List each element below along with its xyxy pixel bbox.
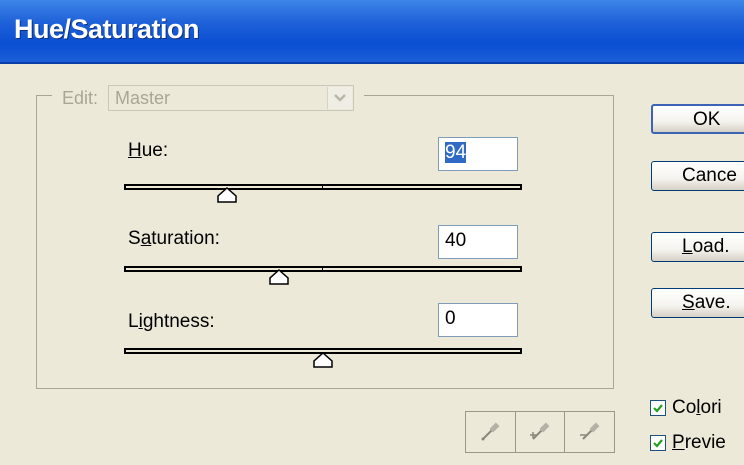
- colorize-checkbox[interactable]: [650, 400, 666, 416]
- saturation-slider-center-tick: [322, 266, 323, 272]
- checkmark-icon: [653, 404, 663, 413]
- lightness-label: Lightness:: [128, 311, 215, 332]
- saturation-slider-thumb[interactable]: [269, 269, 289, 285]
- lightness-input[interactable]: 0: [438, 303, 518, 337]
- hue-input[interactable]: 94: [438, 137, 518, 171]
- edit-label: Edit:: [62, 87, 99, 108]
- save-button[interactable]: Save.: [651, 288, 744, 318]
- load-button[interactable]: Load.: [651, 232, 744, 262]
- title-bar[interactable]: Hue/Saturation: [0, 0, 744, 64]
- ok-button[interactable]: OK: [651, 104, 744, 134]
- preview-checkbox-row[interactable]: Previe: [650, 432, 726, 454]
- lightness-slider-thumb[interactable]: [313, 352, 333, 368]
- hue-label: Hue:: [128, 140, 169, 161]
- hue-value: 94: [445, 142, 467, 163]
- saturation-slider-track[interactable]: [124, 266, 522, 272]
- chevron-down-icon[interactable]: [327, 87, 353, 109]
- lightness-value: 0: [445, 308, 456, 329]
- checkmark-icon: [653, 439, 663, 448]
- eyedropper-icon[interactable]: [466, 412, 516, 452]
- eyedropper-group: [465, 411, 615, 453]
- edit-row: Edit: Master: [52, 84, 365, 112]
- edit-select[interactable]: Master: [108, 85, 355, 111]
- edit-select-value: Master: [115, 88, 171, 108]
- saturation-value: 40: [445, 230, 467, 251]
- colorize-checkbox-row[interactable]: Colori: [650, 397, 722, 419]
- eyedropper-minus-icon[interactable]: [565, 412, 615, 452]
- hue-slider-center-tick: [322, 184, 323, 190]
- eyedropper-plus-icon[interactable]: [515, 412, 566, 452]
- preview-label: Previe: [672, 432, 726, 453]
- edit-groupbox: [36, 95, 614, 389]
- hue-slider-track[interactable]: [124, 184, 522, 190]
- preview-checkbox[interactable]: [650, 435, 666, 451]
- hue-slider-thumb[interactable]: [217, 187, 238, 203]
- colorize-label: Colori: [672, 397, 722, 418]
- cancel-button[interactable]: Cance: [651, 161, 744, 191]
- saturation-input[interactable]: 40: [438, 225, 518, 259]
- saturation-label: Saturation:: [128, 228, 220, 249]
- window-title: Hue/Saturation: [14, 14, 200, 44]
